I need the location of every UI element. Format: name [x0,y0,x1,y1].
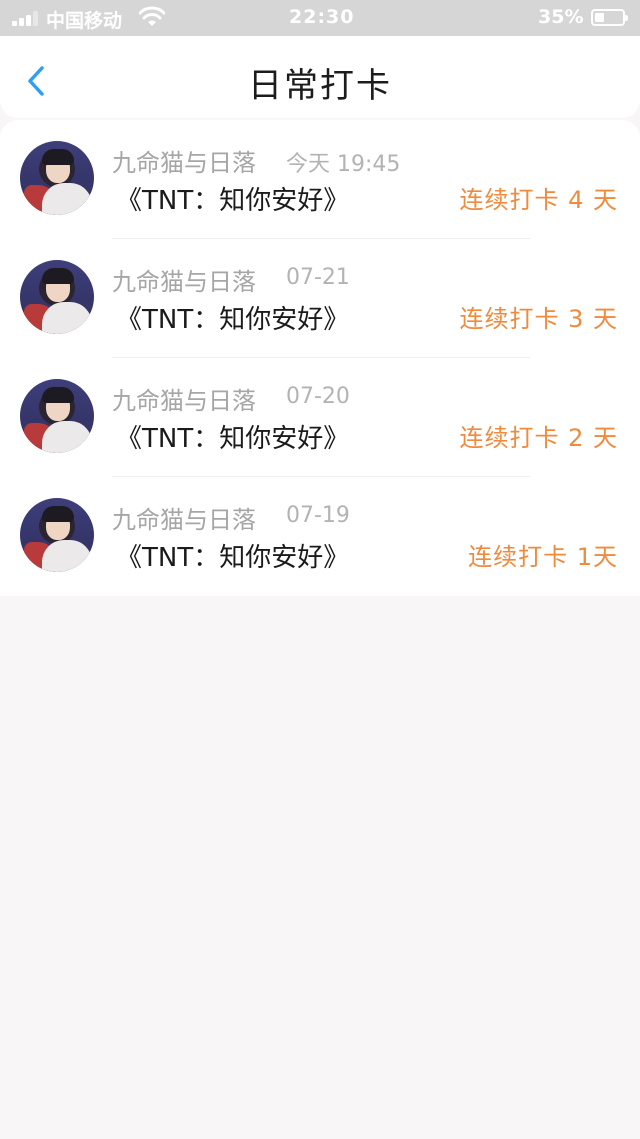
book-title: 《TNT：知你安好》 [116,543,350,573]
streak-label: 连续打卡 2 天 [459,424,618,452]
streak-label: 连续打卡 4 天 [459,186,618,214]
user-name: 九命猫与日落 [112,387,256,415]
user-name: 九命猫与日落 [112,506,256,534]
status-time: 22:30 [289,6,355,28]
book-title: 《TNT：知你安好》 [116,186,350,216]
avatar[interactable] [20,260,94,334]
avatar[interactable] [20,498,94,572]
streak-label: 连续打卡 1天 [468,543,618,571]
book-title: 《TNT：知你安好》 [116,424,350,454]
wifi-icon [139,6,165,26]
nav-header: 日常打卡 [0,36,640,118]
battery-icon [591,9,628,26]
checkin-time: 07-19 [286,503,350,528]
checkin-item[interactable]: 九命猫与日落 07-21 《TNT：知你安好》 连续打卡 3 天 [0,239,640,358]
checkin-time: 今天 19:45 [286,152,401,177]
checkin-time: 07-20 [286,384,350,409]
battery-percentage: 35% [538,6,584,28]
signal-strength-icon [12,10,38,26]
streak-label: 连续打卡 3 天 [459,305,618,333]
avatar[interactable] [20,141,94,215]
page-title: 日常打卡 [248,66,392,106]
checkin-item[interactable]: 九命猫与日落 07-19 《TNT：知你安好》 连续打卡 1天 [0,477,640,596]
checkin-item[interactable]: 九命猫与日落 今天 19:45 《TNT：知你安好》 连续打卡 4 天 [0,120,640,239]
checkin-time: 07-21 [286,265,350,290]
checkin-list: 九命猫与日落 今天 19:45 《TNT：知你安好》 连续打卡 4 天 九命猫与… [0,120,640,596]
carrier-name: 中国移动 [46,10,123,32]
status-bar: 中国移动 22:30 35% [0,0,640,36]
avatar[interactable] [20,379,94,453]
user-name: 九命猫与日落 [112,268,256,296]
book-title: 《TNT：知你安好》 [116,305,350,335]
user-name: 九命猫与日落 [112,149,256,177]
checkin-item[interactable]: 九命猫与日落 07-20 《TNT：知你安好》 连续打卡 2 天 [0,358,640,477]
